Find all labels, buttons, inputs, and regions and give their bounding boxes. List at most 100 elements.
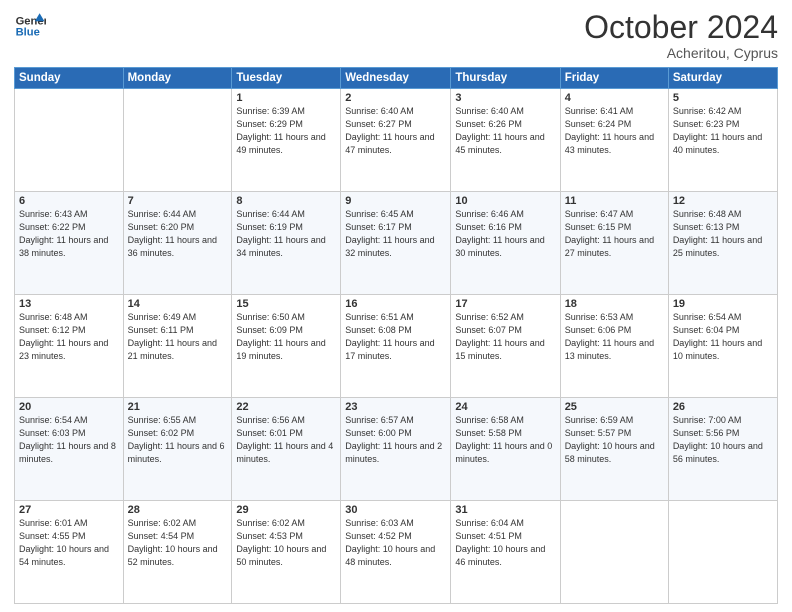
day-number: 11 (565, 195, 664, 207)
header: General Blue October 2024 Acheritou, Cyp… (14, 10, 778, 61)
day-info: Sunrise: 6:39 AMSunset: 6:29 PMDaylight:… (236, 105, 336, 157)
day-number: 1 (236, 92, 336, 104)
table-row: 7Sunrise: 6:44 AMSunset: 6:20 PMDaylight… (123, 192, 232, 295)
logo: General Blue (14, 10, 46, 42)
day-info: Sunrise: 6:52 AMSunset: 6:07 PMDaylight:… (455, 311, 555, 363)
day-number: 7 (128, 195, 228, 207)
day-number: 10 (455, 195, 555, 207)
day-number: 20 (19, 401, 119, 413)
day-number: 23 (345, 401, 446, 413)
day-number: 24 (455, 401, 555, 413)
header-monday: Monday (123, 68, 232, 89)
day-info: Sunrise: 6:51 AMSunset: 6:08 PMDaylight:… (345, 311, 446, 363)
table-row: 15Sunrise: 6:50 AMSunset: 6:09 PMDayligh… (232, 295, 341, 398)
calendar-week-row: 6Sunrise: 6:43 AMSunset: 6:22 PMDaylight… (15, 192, 778, 295)
table-row: 14Sunrise: 6:49 AMSunset: 6:11 PMDayligh… (123, 295, 232, 398)
day-number: 14 (128, 298, 228, 310)
day-info: Sunrise: 6:41 AMSunset: 6:24 PMDaylight:… (565, 105, 664, 157)
calendar-week-row: 27Sunrise: 6:01 AMSunset: 4:55 PMDayligh… (15, 501, 778, 604)
table-row: 10Sunrise: 6:46 AMSunset: 6:16 PMDayligh… (451, 192, 560, 295)
day-number: 26 (673, 401, 773, 413)
day-info: Sunrise: 6:01 AMSunset: 4:55 PMDaylight:… (19, 517, 119, 569)
day-number: 15 (236, 298, 336, 310)
day-number: 9 (345, 195, 446, 207)
day-info: Sunrise: 6:58 AMSunset: 5:58 PMDaylight:… (455, 414, 555, 466)
table-row: 21Sunrise: 6:55 AMSunset: 6:02 PMDayligh… (123, 398, 232, 501)
day-info: Sunrise: 6:46 AMSunset: 6:16 PMDaylight:… (455, 208, 555, 260)
calendar-week-row: 1Sunrise: 6:39 AMSunset: 6:29 PMDaylight… (15, 89, 778, 192)
table-row: 31Sunrise: 6:04 AMSunset: 4:51 PMDayligh… (451, 501, 560, 604)
day-number: 21 (128, 401, 228, 413)
day-number: 29 (236, 504, 336, 516)
calendar-week-row: 20Sunrise: 6:54 AMSunset: 6:03 PMDayligh… (15, 398, 778, 501)
header-friday: Friday (560, 68, 668, 89)
day-number: 25 (565, 401, 664, 413)
day-info: Sunrise: 6:56 AMSunset: 6:01 PMDaylight:… (236, 414, 336, 466)
calendar-week-row: 13Sunrise: 6:48 AMSunset: 6:12 PMDayligh… (15, 295, 778, 398)
table-row: 29Sunrise: 6:02 AMSunset: 4:53 PMDayligh… (232, 501, 341, 604)
table-row: 4Sunrise: 6:41 AMSunset: 6:24 PMDaylight… (560, 89, 668, 192)
day-number: 5 (673, 92, 773, 104)
header-wednesday: Wednesday (341, 68, 451, 89)
svg-text:Blue: Blue (16, 27, 40, 39)
day-info: Sunrise: 6:40 AMSunset: 6:26 PMDaylight:… (455, 105, 555, 157)
day-info: Sunrise: 6:57 AMSunset: 6:00 PMDaylight:… (345, 414, 446, 466)
day-info: Sunrise: 6:44 AMSunset: 6:20 PMDaylight:… (128, 208, 228, 260)
table-row: 8Sunrise: 6:44 AMSunset: 6:19 PMDaylight… (232, 192, 341, 295)
calendar-header-row: Sunday Monday Tuesday Wednesday Thursday… (15, 68, 778, 89)
day-info: Sunrise: 6:40 AMSunset: 6:27 PMDaylight:… (345, 105, 446, 157)
table-row: 13Sunrise: 6:48 AMSunset: 6:12 PMDayligh… (15, 295, 124, 398)
day-number: 3 (455, 92, 555, 104)
table-row (560, 501, 668, 604)
table-row (668, 501, 777, 604)
table-row: 22Sunrise: 6:56 AMSunset: 6:01 PMDayligh… (232, 398, 341, 501)
day-info: Sunrise: 6:02 AMSunset: 4:54 PMDaylight:… (128, 517, 228, 569)
day-number: 30 (345, 504, 446, 516)
day-info: Sunrise: 6:54 AMSunset: 6:03 PMDaylight:… (19, 414, 119, 466)
day-number: 8 (236, 195, 336, 207)
table-row: 26Sunrise: 7:00 AMSunset: 5:56 PMDayligh… (668, 398, 777, 501)
table-row: 12Sunrise: 6:48 AMSunset: 6:13 PMDayligh… (668, 192, 777, 295)
table-row: 9Sunrise: 6:45 AMSunset: 6:17 PMDaylight… (341, 192, 451, 295)
table-row: 5Sunrise: 6:42 AMSunset: 6:23 PMDaylight… (668, 89, 777, 192)
table-row (15, 89, 124, 192)
header-tuesday: Tuesday (232, 68, 341, 89)
day-info: Sunrise: 6:47 AMSunset: 6:15 PMDaylight:… (565, 208, 664, 260)
table-row: 28Sunrise: 6:02 AMSunset: 4:54 PMDayligh… (123, 501, 232, 604)
day-info: Sunrise: 6:59 AMSunset: 5:57 PMDaylight:… (565, 414, 664, 466)
table-row: 30Sunrise: 6:03 AMSunset: 4:52 PMDayligh… (341, 501, 451, 604)
table-row: 17Sunrise: 6:52 AMSunset: 6:07 PMDayligh… (451, 295, 560, 398)
title-block: October 2024 Acheritou, Cyprus (584, 10, 778, 61)
calendar: Sunday Monday Tuesday Wednesday Thursday… (14, 67, 778, 604)
day-info: Sunrise: 7:00 AMSunset: 5:56 PMDaylight:… (673, 414, 773, 466)
subtitle: Acheritou, Cyprus (584, 45, 778, 61)
day-info: Sunrise: 6:42 AMSunset: 6:23 PMDaylight:… (673, 105, 773, 157)
month-title: October 2024 (584, 10, 778, 45)
table-row (123, 89, 232, 192)
day-number: 6 (19, 195, 119, 207)
table-row: 23Sunrise: 6:57 AMSunset: 6:00 PMDayligh… (341, 398, 451, 501)
table-row: 20Sunrise: 6:54 AMSunset: 6:03 PMDayligh… (15, 398, 124, 501)
day-info: Sunrise: 6:48 AMSunset: 6:12 PMDaylight:… (19, 311, 119, 363)
day-info: Sunrise: 6:45 AMSunset: 6:17 PMDaylight:… (345, 208, 446, 260)
table-row: 19Sunrise: 6:54 AMSunset: 6:04 PMDayligh… (668, 295, 777, 398)
day-info: Sunrise: 6:50 AMSunset: 6:09 PMDaylight:… (236, 311, 336, 363)
day-number: 31 (455, 504, 555, 516)
page: General Blue October 2024 Acheritou, Cyp… (0, 0, 792, 612)
table-row: 11Sunrise: 6:47 AMSunset: 6:15 PMDayligh… (560, 192, 668, 295)
table-row: 6Sunrise: 6:43 AMSunset: 6:22 PMDaylight… (15, 192, 124, 295)
table-row: 2Sunrise: 6:40 AMSunset: 6:27 PMDaylight… (341, 89, 451, 192)
header-thursday: Thursday (451, 68, 560, 89)
day-info: Sunrise: 6:43 AMSunset: 6:22 PMDaylight:… (19, 208, 119, 260)
table-row: 25Sunrise: 6:59 AMSunset: 5:57 PMDayligh… (560, 398, 668, 501)
table-row: 16Sunrise: 6:51 AMSunset: 6:08 PMDayligh… (341, 295, 451, 398)
table-row: 1Sunrise: 6:39 AMSunset: 6:29 PMDaylight… (232, 89, 341, 192)
header-sunday: Sunday (15, 68, 124, 89)
day-info: Sunrise: 6:54 AMSunset: 6:04 PMDaylight:… (673, 311, 773, 363)
day-number: 18 (565, 298, 664, 310)
day-number: 12 (673, 195, 773, 207)
day-number: 27 (19, 504, 119, 516)
header-saturday: Saturday (668, 68, 777, 89)
table-row: 3Sunrise: 6:40 AMSunset: 6:26 PMDaylight… (451, 89, 560, 192)
day-number: 2 (345, 92, 446, 104)
